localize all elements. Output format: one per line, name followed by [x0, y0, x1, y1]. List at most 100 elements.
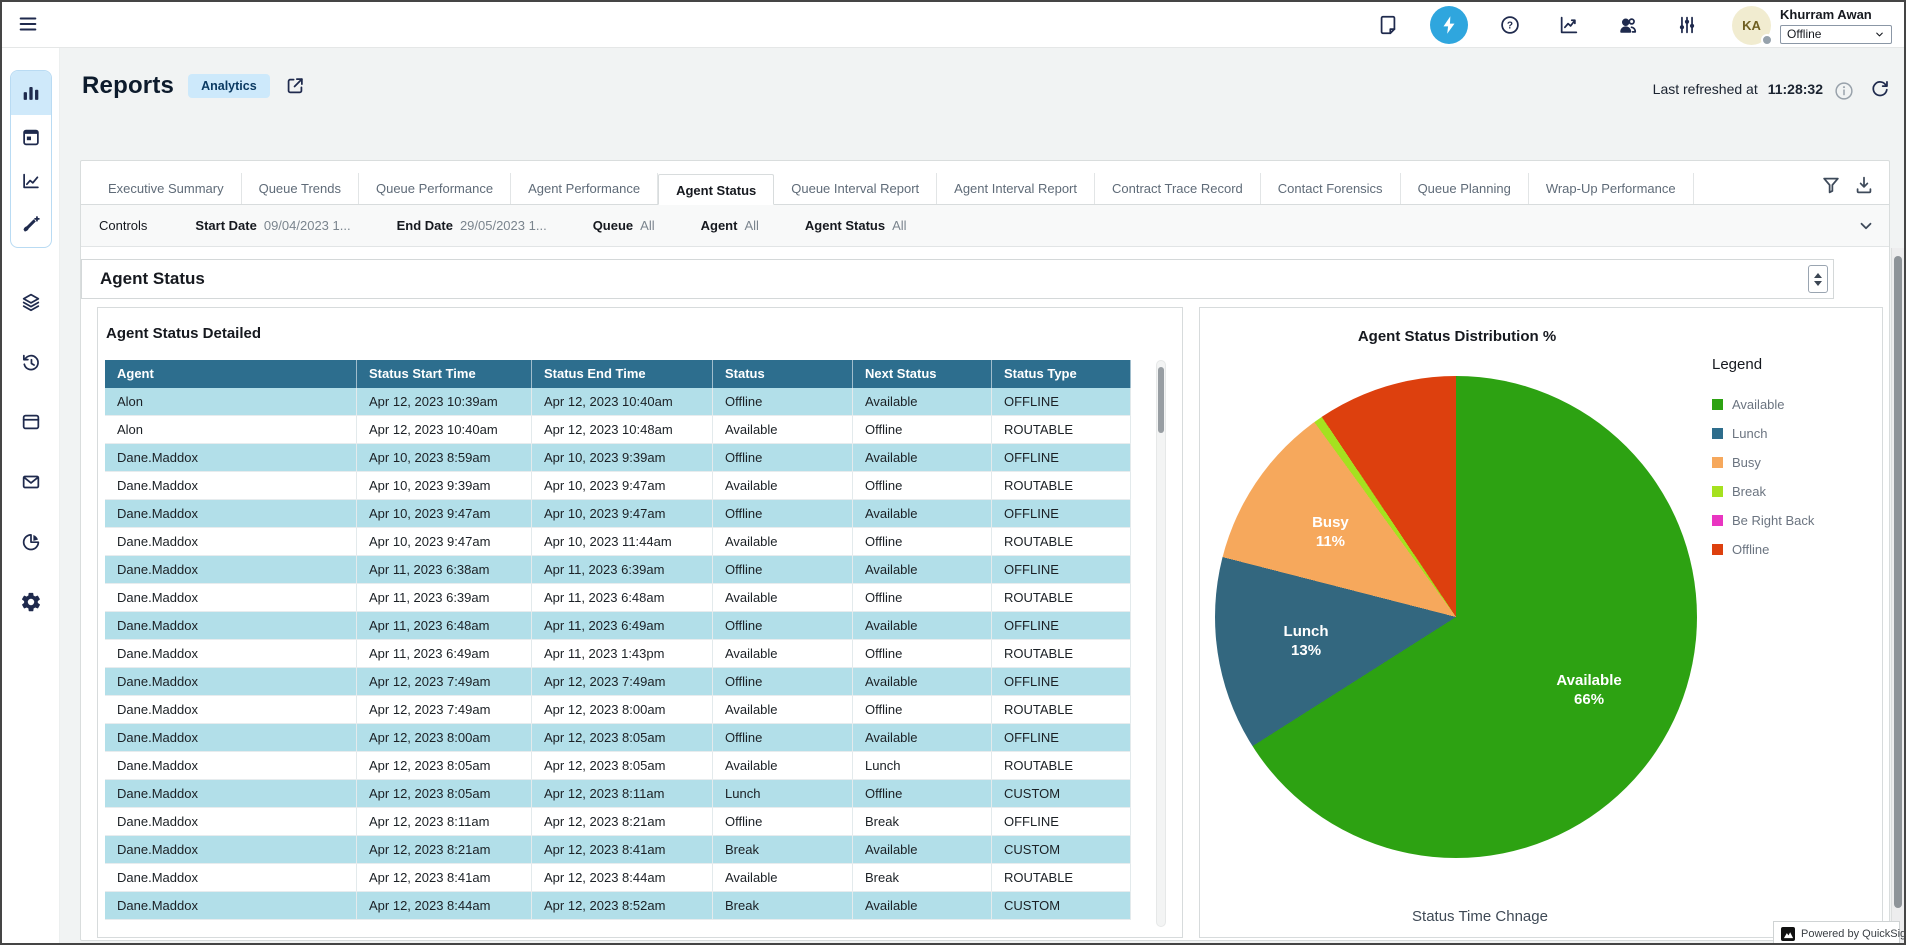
tab-agent-status[interactable]: Agent Status — [658, 174, 774, 205]
control-end-date[interactable]: End Date29/05/2023 1... — [397, 218, 547, 233]
legend-item-busy[interactable]: Busy — [1712, 448, 1814, 477]
tab-executive-summary[interactable]: Executive Summary — [91, 173, 242, 204]
sidebar-item-dashboard-bars-icon[interactable] — [11, 71, 51, 115]
legend-label: Available — [1732, 397, 1785, 412]
table-cell: Apr 12, 2023 8:00am — [357, 724, 532, 751]
tab-actions — [1820, 174, 1879, 192]
table-row[interactable]: Dane.MaddoxApr 10, 2023 9:39amApr 10, 20… — [105, 472, 1131, 500]
legend-swatch-available — [1712, 399, 1723, 410]
table-row[interactable]: Dane.MaddoxApr 12, 2023 8:21amApr 12, 20… — [105, 836, 1131, 864]
designer-brush-icon — [20, 214, 42, 236]
table-cell: Available — [713, 696, 853, 723]
stepper-down-icon — [1814, 281, 1822, 286]
table-row[interactable]: Dane.MaddoxApr 12, 2023 8:41amApr 12, 20… — [105, 864, 1131, 892]
metrics-icon[interactable] — [1558, 14, 1580, 36]
line-chart-icon — [20, 170, 42, 192]
table-row[interactable]: Dane.MaddoxApr 11, 2023 6:49amApr 11, 20… — [105, 640, 1131, 668]
svg-text:?: ? — [1507, 21, 1513, 32]
pie-chart[interactable] — [1215, 376, 1697, 858]
column-header-status[interactable]: Status — [713, 360, 853, 388]
legend-item-break[interactable]: Break — [1712, 477, 1814, 506]
table-row[interactable]: Dane.MaddoxApr 12, 2023 8:00amApr 12, 20… — [105, 724, 1131, 752]
table-cell: Available — [713, 528, 853, 555]
sidebar-item-pie-chart-icon[interactable] — [20, 531, 42, 553]
column-header-status-start-time[interactable]: Status Start Time — [357, 360, 532, 388]
legend-swatch-be-right-back — [1712, 515, 1723, 526]
tab-agent-performance[interactable]: Agent Performance — [511, 173, 658, 204]
tab-contract-trace-record[interactable]: Contract Trace Record — [1095, 173, 1261, 204]
tab-wrap-up-performance[interactable]: Wrap-Up Performance — [1529, 173, 1694, 204]
table-row[interactable]: Dane.MaddoxApr 12, 2023 7:49amApr 12, 20… — [105, 668, 1131, 696]
section-stepper[interactable] — [1808, 265, 1828, 293]
filter-icon[interactable] — [1820, 174, 1838, 192]
column-header-next-status[interactable]: Next Status — [853, 360, 992, 388]
table-row[interactable]: Dane.MaddoxApr 11, 2023 6:39amApr 11, 20… — [105, 584, 1131, 612]
column-header-status-type[interactable]: Status Type — [992, 360, 1131, 388]
notepad-icon[interactable] — [1377, 14, 1399, 36]
legend-item-be-right-back[interactable]: Be Right Back — [1712, 506, 1814, 535]
table-cell: Apr 12, 2023 10:40am — [357, 416, 532, 443]
pie-label-lunch: Lunch13% — [1284, 622, 1329, 660]
sidebar-item-line-chart-icon[interactable] — [11, 159, 51, 203]
table-row[interactable]: Dane.MaddoxApr 12, 2023 7:49amApr 12, 20… — [105, 696, 1131, 724]
table-cell: Alon — [105, 416, 357, 443]
help-icon[interactable]: ? — [1499, 14, 1521, 36]
table-row[interactable]: Dane.MaddoxApr 12, 2023 8:11amApr 12, 20… — [105, 808, 1131, 836]
control-agent-status[interactable]: Agent StatusAll — [805, 218, 907, 233]
sidebar-item-calendar-icon[interactable] — [11, 115, 51, 159]
table-row[interactable]: Dane.MaddoxApr 10, 2023 9:47amApr 10, 20… — [105, 528, 1131, 556]
table-row[interactable]: Dane.MaddoxApr 10, 2023 8:59amApr 10, 20… — [105, 444, 1131, 472]
column-header-agent[interactable]: Agent — [105, 360, 357, 388]
column-header-status-end-time[interactable]: Status End Time — [532, 360, 713, 388]
table-row[interactable]: AlonApr 12, 2023 10:40amApr 12, 2023 10:… — [105, 416, 1131, 444]
table-row[interactable]: AlonApr 12, 2023 10:39amApr 12, 2023 10:… — [105, 388, 1131, 416]
table-row[interactable]: Dane.MaddoxApr 11, 2023 6:38amApr 11, 20… — [105, 556, 1131, 584]
sidebar-item-history-icon[interactable] — [20, 351, 42, 373]
hamburger-menu-icon[interactable] — [17, 13, 41, 37]
settings-sliders-icon[interactable] — [1676, 14, 1698, 36]
legend-label: Break — [1732, 484, 1766, 499]
download-icon[interactable] — [1853, 174, 1871, 192]
analytics-badge: Analytics — [188, 74, 270, 98]
table-row[interactable]: Dane.MaddoxApr 12, 2023 8:44amApr 12, 20… — [105, 892, 1131, 920]
table-row[interactable]: Dane.MaddoxApr 10, 2023 9:47amApr 10, 20… — [105, 500, 1131, 528]
legend-item-offline[interactable]: Offline — [1712, 535, 1814, 564]
table-scrollbar-thumb[interactable] — [1158, 367, 1164, 433]
tab-queue-planning[interactable]: Queue Planning — [1401, 173, 1529, 204]
sidebar-item-browser-window-icon[interactable] — [20, 411, 42, 433]
control-agent[interactable]: AgentAll — [701, 218, 759, 233]
tab-queue-interval-report[interactable]: Queue Interval Report — [774, 173, 937, 204]
external-link-icon[interactable] — [284, 75, 306, 97]
tab-queue-performance[interactable]: Queue Performance — [359, 173, 511, 204]
directory-icon[interactable] — [1617, 14, 1639, 36]
legend-item-available[interactable]: Available — [1712, 390, 1814, 419]
sidebar-item-settings-gear-icon[interactable] — [20, 591, 42, 613]
table-row[interactable]: Dane.MaddoxApr 12, 2023 8:05amApr 12, 20… — [105, 780, 1131, 808]
agent-status-select[interactable]: Offline — [1780, 25, 1892, 44]
table-cell: Apr 11, 2023 1:43pm — [532, 640, 713, 667]
control-queue[interactable]: QueueAll — [593, 218, 655, 233]
tab-queue-trends[interactable]: Queue Trends — [242, 173, 359, 204]
sidebar-item-designer-brush-icon[interactable] — [11, 203, 51, 247]
page-scrollbar[interactable] — [1891, 248, 1904, 943]
table-row[interactable]: Dane.MaddoxApr 11, 2023 6:48amApr 11, 20… — [105, 612, 1131, 640]
page-scrollbar-thumb[interactable] — [1894, 256, 1902, 908]
table-cell: Apr 10, 2023 9:47am — [357, 528, 532, 555]
refresh-icon[interactable] — [1869, 78, 1890, 99]
controls-collapse-icon[interactable] — [1857, 217, 1875, 235]
topbar-active-button[interactable] — [1430, 6, 1468, 44]
control-start-date[interactable]: Start Date09/04/2023 1... — [195, 218, 350, 233]
topbar-icon-group: ? — [1377, 6, 1698, 44]
legend-item-lunch[interactable]: Lunch — [1712, 419, 1814, 448]
legend-label: Be Right Back — [1732, 513, 1814, 528]
table-row[interactable]: Dane.MaddoxApr 12, 2023 8:05amApr 12, 20… — [105, 752, 1131, 780]
dashboard-card: Executive SummaryQueue TrendsQueue Perfo… — [80, 160, 1890, 941]
info-icon[interactable] — [1833, 80, 1851, 98]
avatar[interactable]: KA — [1732, 6, 1771, 45]
table-cell: Apr 10, 2023 9:47am — [357, 500, 532, 527]
tab-contact-forensics[interactable]: Contact Forensics — [1261, 173, 1401, 204]
sidebar-item-mail-icon[interactable] — [20, 471, 42, 493]
sidebar-item-layers-icon[interactable] — [20, 291, 42, 313]
tab-agent-interval-report[interactable]: Agent Interval Report — [937, 173, 1095, 204]
table-scrollbar[interactable] — [1156, 360, 1166, 927]
